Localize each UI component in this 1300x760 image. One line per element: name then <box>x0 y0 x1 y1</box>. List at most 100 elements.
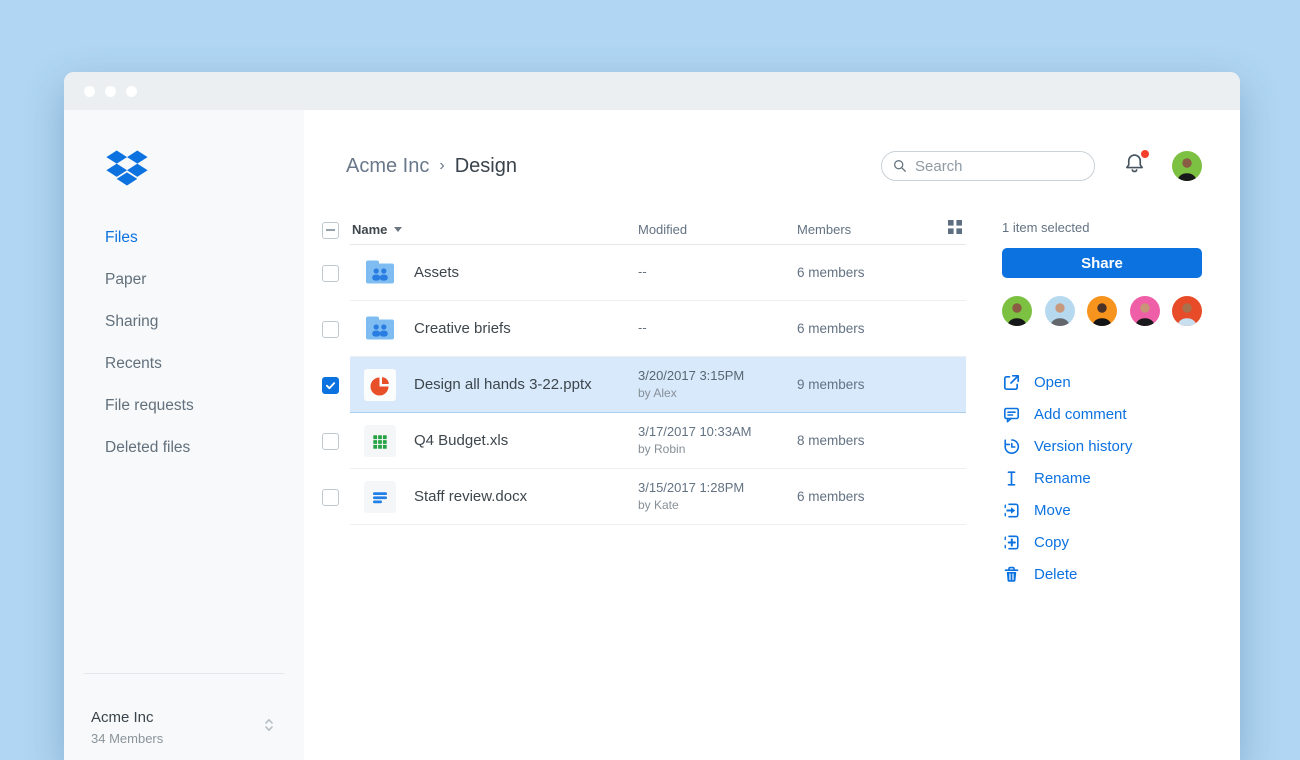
file-members[interactable]: 8 members <box>797 433 865 448</box>
table-row-selected[interactable]: Design all hands 3-22.pptx 3/20/2017 3:1… <box>322 357 966 413</box>
window-titlebar[interactable] <box>64 72 1240 110</box>
window-dot[interactable] <box>105 85 116 97</box>
row-checkbox[interactable] <box>322 264 339 282</box>
modified-by: by Alex <box>638 385 677 400</box>
modified-by: by Kate <box>638 497 679 512</box>
action-label: Move <box>1034 501 1071 519</box>
file-modified: 3/15/2017 1:28PM by Kate <box>638 479 745 512</box>
notification-dot <box>1141 150 1149 158</box>
app-window: Files Paper Sharing Recents File request… <box>64 72 1240 760</box>
sidebar-item-files[interactable]: Files <box>64 217 304 259</box>
file-name[interactable]: Q4 Budget.xls <box>414 432 638 449</box>
window-dot[interactable] <box>126 85 137 97</box>
file-modified: 3/17/2017 10:33AM by Robin <box>638 423 752 456</box>
trash-icon <box>1002 565 1021 584</box>
rename-action[interactable]: Rename <box>1002 462 1202 494</box>
sidebar-item-file-requests[interactable]: File requests <box>64 385 304 427</box>
file-name[interactable]: Staff review.docx <box>414 488 638 505</box>
delete-action[interactable]: Delete <box>1002 558 1202 590</box>
file-members[interactable]: 6 members <box>797 321 865 336</box>
file-modified: -- <box>638 264 647 280</box>
file-name[interactable]: Assets <box>414 264 638 281</box>
row-checkbox[interactable] <box>322 432 339 450</box>
sidebar: Files Paper Sharing Recents File request… <box>64 110 304 760</box>
search-input[interactable] <box>881 151 1095 181</box>
rename-icon <box>1002 469 1021 488</box>
file-name[interactable]: Creative briefs <box>414 320 638 337</box>
column-header-members[interactable]: Members <box>797 222 948 237</box>
member-avatars <box>1002 296 1202 326</box>
chevron-updown-icon <box>264 717 274 738</box>
notifications-button[interactable] <box>1123 150 1149 180</box>
member-avatar-5[interactable] <box>1172 296 1202 326</box>
action-label: Copy <box>1034 533 1070 551</box>
member-avatar-2[interactable] <box>1044 296 1075 326</box>
column-header-name[interactable]: Name <box>352 222 638 237</box>
action-label: Version history <box>1034 437 1133 455</box>
window-dot[interactable] <box>84 85 95 97</box>
member-avatar-3[interactable] <box>1087 296 1117 326</box>
table-row[interactable]: Assets -- 6 members <box>322 245 966 301</box>
move-icon <box>1002 501 1021 520</box>
breadcrumb-current: Design <box>454 154 517 177</box>
file-actions: Open Add comment Version history Rename … <box>1002 366 1202 590</box>
table-header-row: Name Modified Members <box>322 215 966 245</box>
file-members[interactable]: 6 members <box>797 489 865 504</box>
search-icon <box>893 159 907 178</box>
main-content: Acme Inc › Design Search Name Modified M… <box>304 110 1240 760</box>
breadcrumb: Acme Inc › Design <box>346 155 517 178</box>
table-row[interactable]: Staff review.docx 3/15/2017 1:28PM by Kat… <box>322 469 966 525</box>
select-all-checkbox[interactable] <box>322 221 339 239</box>
version-history-icon <box>1002 437 1021 456</box>
table-row[interactable]: Q4 Budget.xls 3/17/2017 10:33AM by Robin … <box>322 413 966 469</box>
table-row[interactable]: Creative briefs -- 6 members <box>322 301 966 357</box>
breadcrumb-parent[interactable]: Acme Inc <box>346 155 429 178</box>
action-label: Open <box>1034 373 1071 391</box>
team-switcher[interactable]: Acme Inc 34 Members <box>91 709 284 746</box>
member-avatar-4[interactable] <box>1129 296 1160 326</box>
file-name[interactable]: Design all hands 3-22.pptx <box>414 376 638 393</box>
search-box <box>881 151 1095 181</box>
sidebar-item-sharing[interactable]: Sharing <box>64 301 304 343</box>
share-button[interactable]: Share <box>1002 248 1202 278</box>
column-header-modified[interactable]: Modified <box>638 222 797 237</box>
action-label: Add comment <box>1034 405 1127 423</box>
file-modified: -- <box>638 320 647 336</box>
open-icon <box>1002 373 1021 392</box>
team-name: Acme Inc <box>91 709 154 726</box>
sidebar-item-deleted-files[interactable]: Deleted files <box>64 427 304 469</box>
action-label: Delete <box>1034 565 1078 583</box>
copy-action[interactable]: Copy <box>1002 526 1202 558</box>
sidebar-item-recents[interactable]: Recents <box>64 343 304 385</box>
docx-file-icon <box>364 480 396 513</box>
xls-file-icon <box>364 424 396 457</box>
action-label: Rename <box>1034 469 1091 487</box>
breadcrumb-separator-icon: › <box>439 157 445 174</box>
file-members[interactable]: 9 members <box>797 377 865 392</box>
copy-icon <box>1002 533 1021 552</box>
pptx-file-icon <box>364 368 396 401</box>
selection-panel: 1 item selected Share Open Add comment V… <box>1002 220 1202 590</box>
row-checkbox[interactable] <box>322 320 339 338</box>
file-table: Name Modified Members Assets -- 6 member… <box>322 215 966 525</box>
move-action[interactable]: Move <box>1002 494 1202 526</box>
member-avatar-1[interactable] <box>1002 296 1032 326</box>
shared-folder-icon <box>364 257 396 289</box>
dropbox-logo-icon[interactable] <box>105 148 304 193</box>
row-checkbox[interactable] <box>322 488 339 506</box>
sort-caret-icon <box>394 227 403 232</box>
comment-icon <box>1002 405 1021 424</box>
grid-view-icon[interactable] <box>948 220 962 239</box>
file-modified: 3/20/2017 3:15PM by Alex <box>638 367 745 400</box>
file-members[interactable]: 6 members <box>797 265 865 280</box>
team-member-count: 34 Members <box>91 731 164 746</box>
version-history-action[interactable]: Version history <box>1002 430 1202 462</box>
row-checkbox-checked[interactable] <box>322 376 339 394</box>
sidebar-item-paper[interactable]: Paper <box>64 259 304 301</box>
add-comment-action[interactable]: Add comment <box>1002 398 1202 430</box>
modified-by: by Robin <box>638 441 686 456</box>
sidebar-nav: Files Paper Sharing Recents File request… <box>64 217 304 469</box>
sidebar-divider <box>84 673 284 674</box>
user-avatar[interactable] <box>1172 151 1202 181</box>
open-action[interactable]: Open <box>1002 366 1202 398</box>
